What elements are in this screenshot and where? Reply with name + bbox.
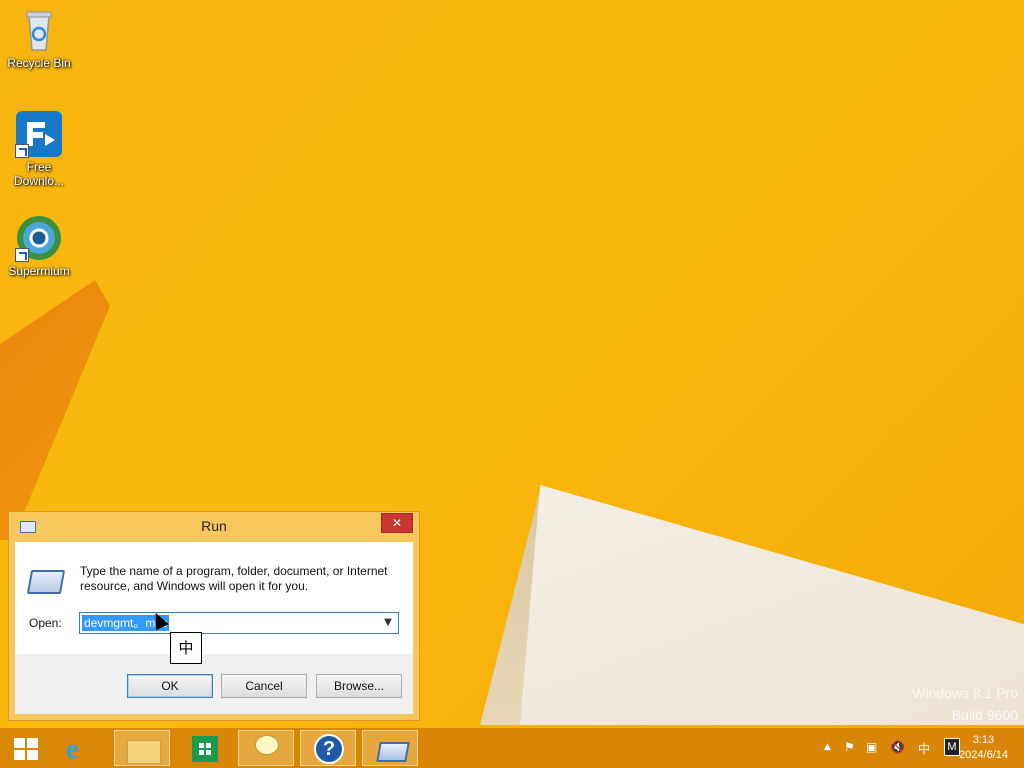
ime-mode-indicator[interactable]: M [944, 738, 960, 756]
desktop-icon-label: Supermium [8, 264, 70, 278]
internet-explorer-icon: e [66, 734, 79, 765]
ok-button[interactable]: OK [127, 674, 213, 698]
ime-candidate-popup[interactable]: 中 [170, 632, 202, 664]
run-body: Type the name of a program, folder, docu… [15, 542, 413, 654]
desktop-icon-recycle-bin[interactable]: Recycle Bin [4, 6, 74, 70]
chevron-down-icon[interactable]: ▼ [380, 615, 396, 631]
windows-logo-icon [14, 738, 38, 760]
run-description: Type the name of a program, folder, docu… [80, 564, 388, 593]
shortcut-arrow-icon [15, 144, 29, 158]
run-footer: OK Cancel Browse... [15, 654, 413, 714]
help-icon: ? [314, 734, 344, 764]
watermark-edition: Windows 8.1 Pro [912, 685, 1018, 701]
desktop-icon-label: Free Downlo... [13, 160, 65, 188]
ime-language-indicator[interactable]: 中 [918, 740, 930, 757]
close-button[interactable]: ✕ [381, 513, 413, 533]
desktop-icon-label: Recycle Bin [7, 56, 71, 70]
shortcut-arrow-icon [15, 248, 29, 262]
volume-muted-icon[interactable]: 🔇 [890, 740, 905, 754]
watermark-build: Build 9600 [951, 707, 1018, 723]
folder-icon [127, 740, 161, 764]
open-combobox[interactable]: devmgmt。msc ▼ [79, 612, 399, 634]
taskbar-notification-app[interactable] [238, 730, 294, 766]
run-titlebar[interactable]: Run ✕ [9, 512, 419, 540]
store-icon [192, 736, 218, 762]
run-program-icon [26, 570, 66, 594]
start-button[interactable] [4, 730, 48, 766]
show-hidden-icons-chevron-up-icon[interactable]: ▲ [824, 742, 831, 752]
network-icon[interactable]: ▣ [866, 740, 877, 754]
balloon-tip-icon [255, 735, 279, 755]
browse-button[interactable]: Browse... [316, 674, 402, 698]
recycle-bin-icon [15, 6, 63, 54]
taskbar-internet-explorer[interactable]: e [54, 730, 110, 766]
clock-time: 3:13 [972, 734, 995, 746]
run-title: Run [201, 518, 227, 534]
cancel-button[interactable]: Cancel [221, 674, 307, 698]
free-download-manager-icon [15, 110, 63, 158]
run-program-icon [376, 742, 410, 762]
desktop-icon-free-download-manager[interactable]: Free Downlo... [4, 110, 74, 188]
windows-build-watermark: Windows 8.1 Pro Build 9600 [912, 682, 1018, 726]
close-icon: ✕ [391, 516, 403, 530]
action-center-flag-icon[interactable]: ⚑ [844, 740, 855, 754]
system-tray: ▲ ⚑ ▣ 🔇 中 M 3:13 2024/6/14 [794, 728, 1024, 768]
taskbar-help[interactable]: ? [300, 730, 356, 766]
open-label: Open: [29, 616, 62, 630]
desktop-icon-supermium[interactable]: Supermium [4, 214, 74, 278]
clock[interactable]: 3:13 2024/6/14 [959, 733, 1008, 763]
supermium-browser-icon [15, 214, 63, 262]
wallpaper-shape-left [0, 280, 110, 540]
run-dialog: Run ✕ Type the name of a program, folder… [8, 511, 420, 721]
taskbar-store[interactable] [176, 730, 232, 766]
clock-date: 2024/6/14 [959, 749, 1008, 761]
taskbar-run[interactable] [362, 730, 418, 766]
taskbar-file-explorer[interactable] [114, 730, 170, 766]
taskbar: e ? ▲ ⚑ ▣ 🔇 中 M 3:13 2024/6/14 [0, 728, 1024, 768]
